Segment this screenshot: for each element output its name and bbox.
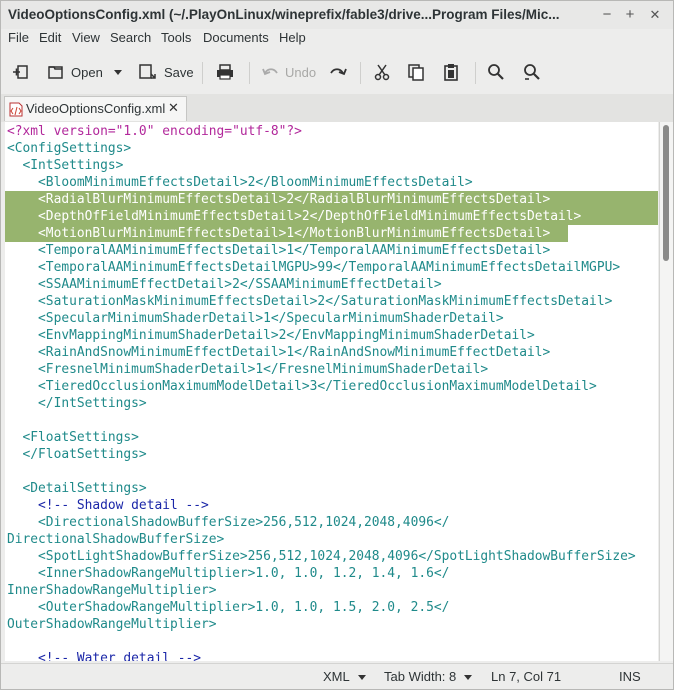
magnifier-replace-icon: [522, 63, 542, 81]
code-line: <?xml version="1.0" encoding="utf-8"?>: [7, 124, 302, 139]
menu-view[interactable]: View: [72, 30, 100, 45]
find-replace-button[interactable]: [522, 59, 542, 85]
redo-button[interactable]: [329, 59, 349, 85]
code-line: <DetailSettings>: [7, 481, 147, 496]
code-line: <SpecularMinimumShaderDetail>1</Specular…: [7, 311, 504, 326]
toolbar: Open Save Undo: [1, 53, 673, 91]
editor-window: VideoOptionsConfig.xml (~/.PlayOnLinux/w…: [0, 0, 674, 690]
new-document-button[interactable]: [12, 59, 30, 85]
code-line: <SSAAMinimumEffectDetail>2</SSAAMinimumE…: [7, 277, 442, 292]
title-bar[interactable]: VideoOptionsConfig.xml (~/.PlayOnLinux/w…: [1, 1, 673, 29]
insert-mode: INS: [619, 669, 641, 684]
tab-label: VideoOptionsConfig.xml: [26, 101, 166, 116]
window-title: VideoOptionsConfig.xml (~/.PlayOnLinux/w…: [8, 7, 560, 22]
open-button[interactable]: Open: [47, 59, 103, 85]
code-line: <DirectionalShadowBufferSize>256,512,102…: [7, 515, 450, 530]
vertical-scrollbar[interactable]: [659, 122, 673, 661]
code-line-selected: <MotionBlurMinimumEffectsDetail>1</Motio…: [7, 226, 551, 241]
paste-button[interactable]: [442, 59, 460, 85]
code-line: <SaturationMaskMinimumEffectsDetail>2</S…: [7, 294, 613, 309]
text-editor[interactable]: <?xml version="1.0" encoding="utf-8"?> <…: [5, 122, 658, 661]
print-button[interactable]: [215, 59, 235, 85]
document-tab[interactable]: VideoOptionsConfig.xml ✕: [4, 96, 187, 121]
open-label: Open: [71, 64, 103, 80]
code-line: <BloomMinimumEffectsDetail>2</BloomMinim…: [7, 175, 473, 190]
find-button[interactable]: [487, 59, 505, 85]
code-line: <EnvMappingMinimumShaderDetail>2</EnvMap…: [7, 328, 535, 343]
redo-icon: [329, 63, 349, 81]
undo-button[interactable]: Undo: [261, 59, 316, 85]
menu-tools[interactable]: Tools: [161, 30, 191, 45]
clipboard-icon: [442, 63, 460, 81]
save-button[interactable]: Save: [138, 59, 194, 85]
toolbar-separator: [249, 62, 250, 84]
chevron-down-icon: [464, 675, 473, 681]
toolbar-separator: [360, 62, 361, 84]
xml-file-icon: [9, 102, 23, 120]
code-line: <SpotLightShadowBufferSize>256,512,1024,…: [7, 549, 636, 564]
code-line: <FresnelMinimumShaderDetail>1</FresnelMi…: [7, 362, 489, 377]
chevron-down-icon: [114, 69, 122, 75]
save-icon: [138, 63, 158, 81]
undo-icon: [261, 63, 279, 81]
close-tab-button[interactable]: ✕: [168, 100, 179, 116]
copy-button[interactable]: [407, 59, 425, 85]
menu-file[interactable]: File: [8, 30, 29, 45]
menu-documents[interactable]: Documents: [203, 30, 269, 45]
cursor-position: Ln 7, Col 71: [491, 669, 562, 684]
code-line: </IntSettings>: [7, 396, 147, 411]
toolbar-separator: [202, 62, 203, 84]
scissors-icon: [373, 63, 391, 81]
close-window-button[interactable]: ✕: [644, 4, 666, 26]
code-line: <IntSettings>: [7, 158, 124, 173]
code-line: <RainAndSnowMinimumEffectDetail>1</RainA…: [7, 345, 551, 360]
printer-icon: [215, 63, 235, 81]
document-tab-bar: VideoOptionsConfig.xml ✕: [1, 94, 673, 122]
undo-label: Undo: [285, 64, 317, 80]
code-line: <InnerShadowRangeMultiplier>1.0, 1.0, 1.…: [7, 566, 450, 581]
new-document-icon: [12, 63, 30, 81]
code-line-selected: <RadialBlurMinimumEffectsDetail>2</Radia…: [7, 192, 551, 207]
menu-help[interactable]: Help: [279, 30, 306, 45]
magnifier-icon: [487, 63, 505, 81]
code-line-comment: <!-- Shadow detail -->: [7, 498, 209, 513]
language-label: XML: [323, 669, 350, 684]
open-recent-dropdown[interactable]: [110, 59, 122, 85]
menu-edit[interactable]: Edit: [39, 30, 61, 45]
code-line-comment: <!-- Water detail -->: [7, 651, 202, 661]
minimize-button[interactable]: −: [596, 4, 618, 26]
code-line: InnerShadowRangeMultiplier>: [7, 583, 217, 598]
code-line: <OuterShadowRangeMultiplier>1.0, 1.0, 1.…: [7, 600, 450, 615]
cut-button[interactable]: [373, 59, 391, 85]
save-label: Save: [164, 64, 194, 80]
code-line: <ConfigSettings>: [7, 141, 132, 156]
code-line: </FloatSettings>: [7, 447, 147, 462]
status-bar: XML Tab Width: 8 Ln 7, Col 71 INS: [1, 663, 673, 689]
folder-icon: [47, 63, 65, 81]
chevron-down-icon: [357, 675, 366, 681]
code-line: <TieredOcclusionMaximumModelDetail>3</Ti…: [7, 379, 597, 394]
copy-icon: [407, 63, 425, 81]
tab-width-label: Tab Width: 8: [384, 669, 457, 684]
code-line-selected: <DepthOfFieldMinimumEffectsDetail>2</Dep…: [7, 209, 582, 224]
maximize-button[interactable]: +: [619, 4, 641, 26]
code-line: OuterShadowRangeMultiplier>: [7, 617, 217, 632]
code-line: <FloatSettings>: [7, 430, 139, 445]
toolbar-separator: [475, 62, 476, 84]
menu-search[interactable]: Search: [110, 30, 151, 45]
scrollbar-thumb[interactable]: [663, 125, 669, 261]
menu-bar: File Edit View Search Tools Documents He…: [1, 29, 673, 49]
code-line: <TemporalAAMinimumEffectsDetailMGPU>99</…: [7, 260, 621, 275]
language-selector[interactable]: XML: [323, 669, 366, 684]
tab-width-selector[interactable]: Tab Width: 8: [384, 669, 473, 684]
code-line: DirectionalShadowBufferSize>: [7, 532, 225, 547]
code-line: <TemporalAAMinimumEffectsDetail>1</Tempo…: [7, 243, 551, 258]
